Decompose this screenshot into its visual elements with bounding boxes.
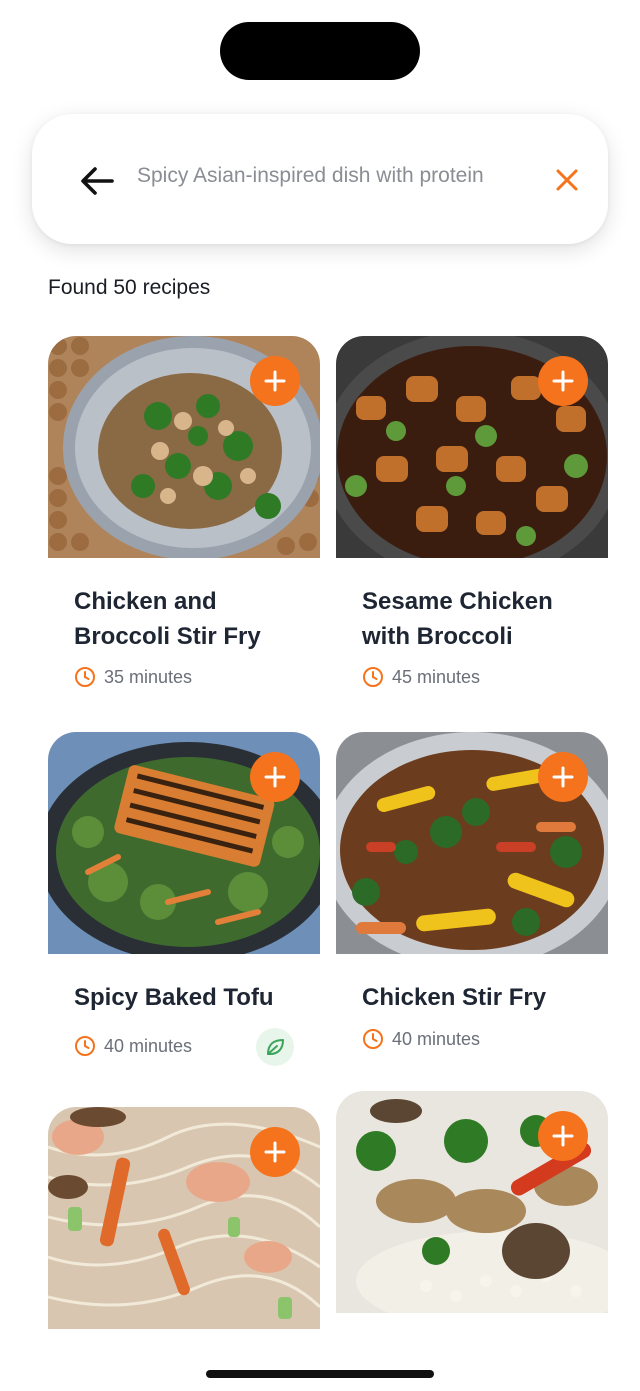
plus-icon	[264, 766, 286, 788]
recipe-time-label: 40 minutes	[392, 1028, 481, 1049]
recipe-image	[48, 1107, 320, 1329]
clear-search-button[interactable]	[550, 163, 584, 197]
recipe-card[interactable]: Sesame Chicken with Broccoli 45 minutes	[336, 336, 608, 687]
recipe-image	[336, 732, 608, 954]
plus-icon	[264, 370, 286, 392]
recipe-time: 45 minutes	[362, 666, 480, 688]
recipe-title: Chicken and Broccoli Stir Fry	[74, 588, 261, 650]
recipe-title: Spicy Baked Tofu	[74, 984, 274, 1011]
close-icon	[556, 169, 578, 191]
recipe-card[interactable]: Spicy Baked Tofu 40 minutes	[48, 732, 320, 1066]
recipe-image	[48, 336, 320, 558]
recipe-title: Sesame Chicken with Broccoli	[362, 588, 553, 650]
plus-icon	[552, 766, 574, 788]
add-button[interactable]	[538, 356, 588, 406]
add-button[interactable]	[250, 356, 300, 406]
add-button[interactable]	[538, 1111, 588, 1161]
plus-icon	[552, 370, 574, 392]
recipe-time: 40 minutes	[362, 1028, 480, 1050]
recipe-time-label: 35 minutes	[104, 666, 193, 687]
add-button[interactable]	[538, 752, 588, 802]
screen: Spicy Asian-inspired dish with protein F…	[0, 0, 640, 1391]
recipe-image	[336, 336, 608, 558]
recipe-card[interactable]	[336, 1091, 608, 1313]
recipe-time: 35 minutes	[74, 666, 192, 688]
clock-icon	[363, 667, 383, 687]
recipe-image	[336, 1091, 608, 1313]
recipe-time-label: 45 minutes	[392, 666, 481, 687]
recipe-card[interactable]: Chicken and Broccoli Stir Fry 35 minutes	[48, 336, 320, 687]
add-button[interactable]	[250, 752, 300, 802]
recipe-time-label: 40 minutes	[104, 1035, 193, 1056]
plus-icon	[264, 1141, 286, 1163]
leaf-icon	[267, 1039, 284, 1055]
plus-icon	[552, 1125, 574, 1147]
clock-icon	[363, 1029, 383, 1049]
recipe-title: Chicken Stir Fry	[362, 984, 547, 1011]
recipe-time: 40 minutes	[74, 1035, 192, 1057]
back-button[interactable]	[74, 158, 120, 204]
recipe-card[interactable]	[48, 1107, 320, 1329]
search-input[interactable]: Spicy Asian-inspired dish with protein	[137, 164, 547, 196]
result-count: Found 50 recipes	[48, 276, 211, 299]
home-indicator[interactable]	[206, 1370, 434, 1378]
add-button[interactable]	[250, 1127, 300, 1177]
dynamic-island	[220, 22, 420, 80]
arrow-left-icon	[81, 167, 114, 195]
clock-icon	[75, 667, 95, 687]
clock-icon	[75, 1036, 95, 1056]
recipe-card[interactable]: Chicken Stir Fry 40 minutes	[336, 732, 608, 1049]
recipe-image	[48, 732, 320, 954]
vegetarian-badge	[256, 1028, 294, 1066]
